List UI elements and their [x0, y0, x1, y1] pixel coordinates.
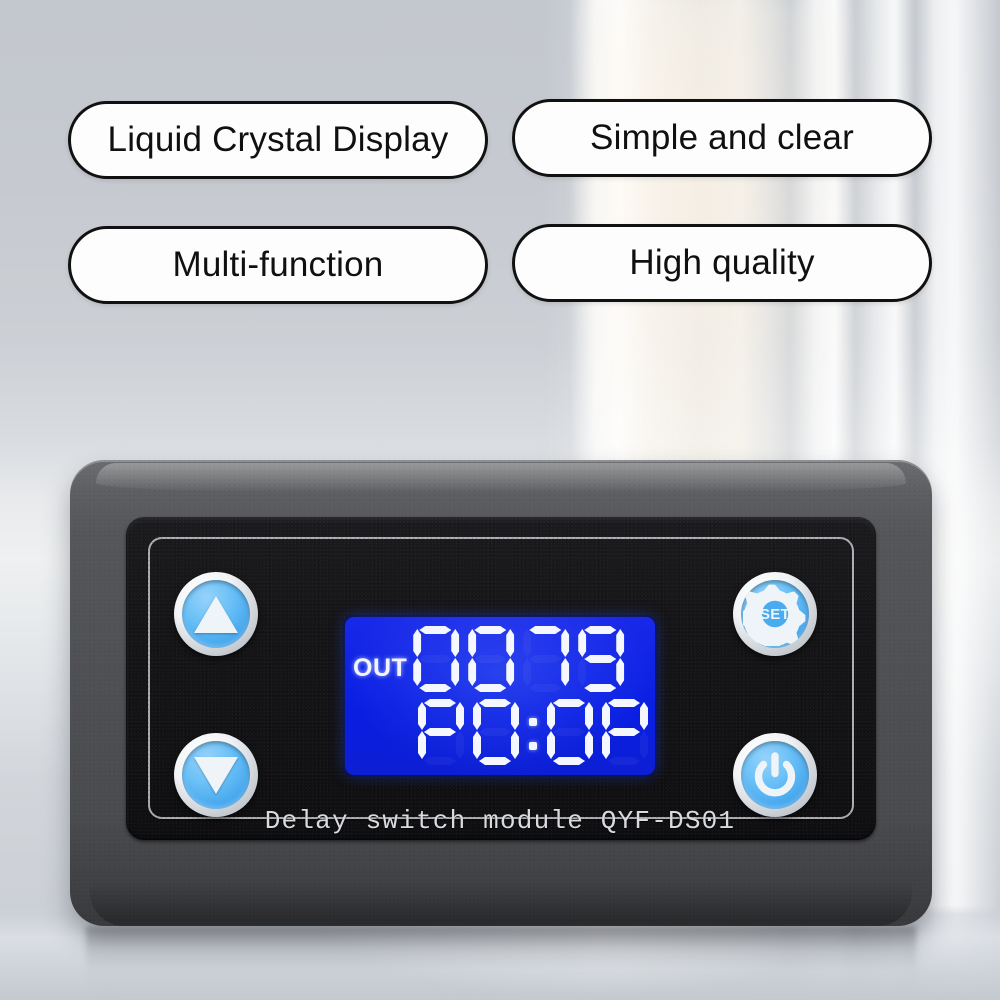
lcd-segment-b [506, 629, 514, 657]
set-button[interactable]: SET [733, 572, 817, 656]
lcd-segment-d [584, 684, 616, 692]
lcd-status-label: OUT [353, 654, 408, 682]
lcd-segment-d [474, 684, 506, 692]
lcd-segment-f [473, 702, 481, 730]
lcd-segment-b [451, 629, 459, 657]
lcd-segment-a [529, 626, 561, 634]
lcd-segment-d [419, 684, 451, 692]
lcd-seven-segment-digit [575, 624, 627, 694]
lcd-segment-g [479, 728, 511, 736]
lcd-segment-e [473, 731, 481, 759]
lcd-segment-b [616, 629, 624, 657]
feature-pill-liquid-crystal-display: Liquid Crystal Display [68, 101, 488, 179]
power-button-cap [741, 741, 809, 809]
lcd-segment-f [418, 702, 426, 730]
lcd-segment-e [602, 731, 610, 759]
lcd-segment-a [479, 699, 511, 707]
lcd-segment-g [584, 655, 616, 663]
lcd-segment-b [585, 702, 593, 730]
lcd-segment-f [602, 702, 610, 730]
set-button-label: SET [759, 605, 791, 623]
lcd-segment-g [424, 728, 456, 736]
lcd-segment-c [616, 658, 624, 686]
feature-pill-label: Liquid Crystal Display [107, 120, 449, 159]
lcd-seven-segment-digit [470, 697, 522, 767]
lcd-segment-a [608, 699, 640, 707]
lcd-segment-g [529, 655, 561, 663]
lcd-segment-e [418, 731, 426, 759]
power-icon [754, 752, 796, 797]
lcd-segment-e [523, 658, 531, 686]
housing-top-highlight [96, 463, 906, 493]
lcd-segment-c [451, 658, 459, 686]
lcd-segment-b [561, 629, 569, 657]
triangle-down-icon [194, 756, 238, 794]
lcd-colon-separator [525, 697, 541, 767]
lcd-segment-g [419, 655, 451, 663]
housing-bottom-shadow [90, 880, 912, 926]
lcd-segment-e [578, 658, 586, 686]
lcd-segment-a [474, 626, 506, 634]
lcd-segment-c [456, 731, 464, 759]
lcd-segment-f [468, 629, 476, 657]
lcd-seven-segment-digit [410, 624, 462, 694]
lcd-seven-segment-digit [465, 624, 517, 694]
feature-pill-high-quality: High quality [512, 224, 932, 302]
lcd-segment-d [479, 757, 511, 765]
lcd-top-row: OUT [353, 623, 630, 695]
lcd-seven-segment-digit [415, 697, 467, 767]
lcd-segment-b [511, 702, 519, 730]
lcd-seven-segment-digit [599, 697, 651, 767]
lcd-segment-d [608, 757, 640, 765]
lcd-segment-c [506, 658, 514, 686]
lcd-seven-segment-digit [520, 624, 572, 694]
lcd-segment-a [584, 626, 616, 634]
lcd-top-digits [410, 624, 630, 694]
lcd-segment-d [529, 684, 561, 692]
lcd-segment-c [585, 731, 593, 759]
lcd-segment-c [561, 658, 569, 686]
lcd-segment-d [553, 757, 585, 765]
lcd-segment-e [547, 731, 555, 759]
down-button[interactable] [174, 733, 258, 817]
power-button[interactable] [733, 733, 817, 817]
feature-pill-label: Simple and clear [590, 118, 854, 157]
up-button-cap [182, 580, 250, 648]
feature-pill-label: High quality [629, 243, 815, 282]
lcd-segment-d [424, 757, 456, 765]
lcd-segment-f [578, 629, 586, 657]
lcd-segment-f [547, 702, 555, 730]
feature-pill-simple-and-clear: Simple and clear [512, 99, 932, 177]
lcd-segment-f [413, 629, 421, 657]
lcd-seven-segment-digit [544, 697, 596, 767]
triangle-up-icon [194, 595, 238, 633]
down-button-cap [182, 741, 250, 809]
lcd-segment-b [640, 702, 648, 730]
lcd-segment-c [511, 731, 519, 759]
lcd-segment-c [640, 731, 648, 759]
feature-pill-multi-function: Multi-function [68, 226, 488, 304]
feature-pill-label: Multi-function [172, 245, 384, 284]
lcd-segment-e [468, 658, 476, 686]
up-button[interactable] [174, 572, 258, 656]
lcd-segment-f [523, 629, 531, 657]
lcd-display: OUT [345, 617, 655, 775]
lcd-segment-g [608, 728, 640, 736]
lcd-segment-g [474, 655, 506, 663]
lcd-segment-a [419, 626, 451, 634]
set-button-cap: SET [741, 580, 809, 648]
lcd-bottom-row [415, 695, 654, 769]
lcd-segment-g [553, 728, 585, 736]
lcd-segment-b [456, 702, 464, 730]
product-image-stage: Liquid Crystal Display Simple and clear … [0, 0, 1000, 1000]
lcd-segment-e [413, 658, 421, 686]
lcd-bottom-digits [415, 697, 654, 767]
lcd-segment-a [424, 699, 456, 707]
lcd-segment-a [553, 699, 585, 707]
